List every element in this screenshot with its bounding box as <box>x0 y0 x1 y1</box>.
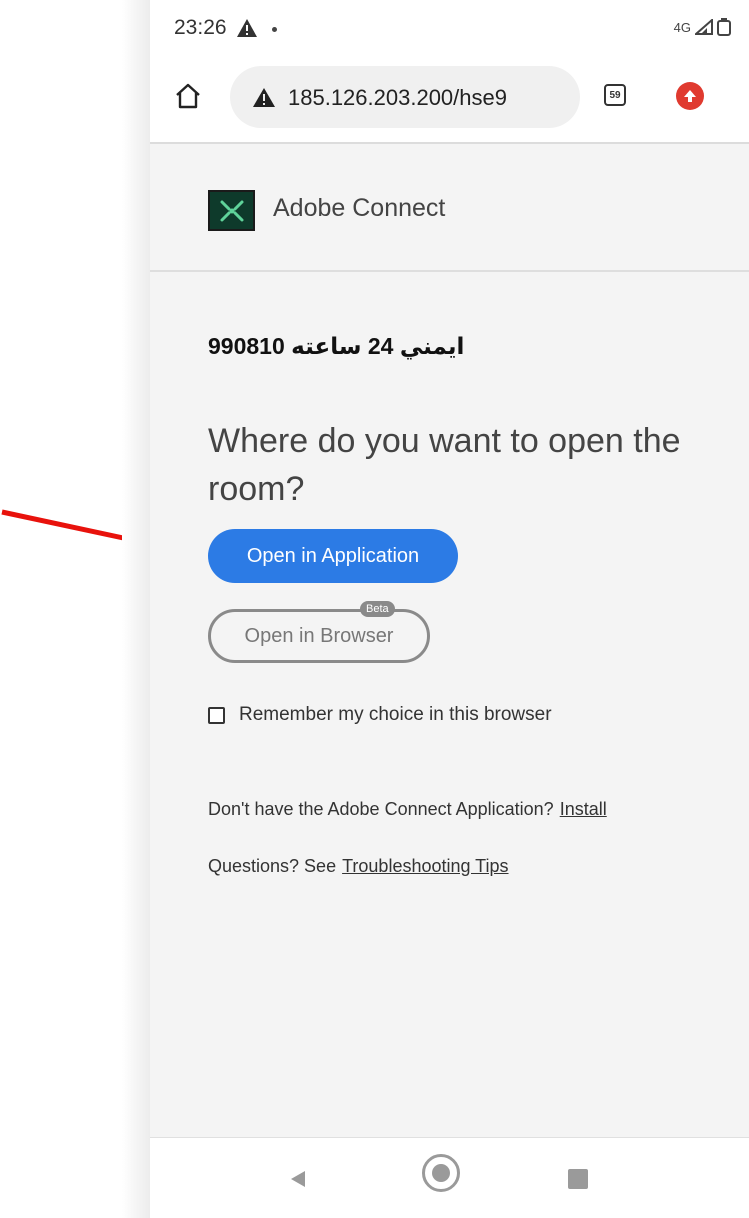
tips-prompt-line: Questions? See Troubleshooting Tips <box>208 856 509 877</box>
tab-count: 59 <box>609 89 621 101</box>
notification-dot <box>272 27 277 32</box>
logo-mark-icon <box>220 200 243 221</box>
adobe-connect-logo-icon <box>208 190 255 231</box>
arrow-up-icon <box>684 90 696 102</box>
back-icon[interactable] <box>290 1170 306 1188</box>
remember-choice[interactable]: Remember my choice in this browser <box>208 704 552 726</box>
nav-home-icon[interactable] <box>422 1154 460 1192</box>
screenshot-root: 23:26 4G 185.126.203.200/hse9 59 Adobe C… <box>0 0 749 1218</box>
extension-icon[interactable] <box>676 82 704 110</box>
battery-icon <box>717 18 731 36</box>
status-bar: 23:26 4G <box>150 0 749 58</box>
address-bar[interactable]: 185.126.203.200/hse9 <box>230 66 580 128</box>
phone-edge <box>122 0 150 1218</box>
open-room-question: Where do you want to open the room? <box>208 422 681 508</box>
signal-icon <box>695 19 713 35</box>
open-in-application-button[interactable]: Open in Application <box>208 529 458 583</box>
room-name: ايمني 24 ساعته 990810 <box>208 333 465 359</box>
warning-icon <box>237 19 257 37</box>
install-prompt: Don't have the Adobe Connect Application… <box>208 799 554 819</box>
tabs-icon[interactable]: 59 <box>604 84 626 106</box>
url-text[interactable]: 185.126.203.200/hse9 <box>288 85 507 111</box>
navigation-bar <box>150 1137 749 1218</box>
network-type: 4G <box>673 19 691 35</box>
brand-name: Adobe Connect <box>273 194 446 222</box>
troubleshooting-link[interactable]: Troubleshooting Tips <box>342 856 508 876</box>
nav-home-dot <box>432 1164 450 1182</box>
tips-prompt: Questions? See <box>208 856 337 876</box>
home-icon <box>176 83 200 109</box>
insecure-warning-icon[interactable] <box>252 87 276 108</box>
install-prompt-line: Don't have the Adobe Connect Application… <box>208 799 607 820</box>
phone-screen: 23:26 4G 185.126.203.200/hse9 59 Adobe C… <box>150 0 749 1218</box>
status-time: 23:26 <box>174 16 227 39</box>
beta-badge: Beta <box>360 601 395 617</box>
page-header: Adobe Connect <box>150 144 749 272</box>
remember-label[interactable]: Remember my choice in this browser <box>239 704 552 726</box>
home-button[interactable] <box>170 78 206 114</box>
remember-checkbox[interactable] <box>208 706 225 724</box>
recents-icon[interactable] <box>568 1169 588 1189</box>
install-link[interactable]: Install <box>560 799 607 819</box>
browser-toolbar: 185.126.203.200/hse9 59 <box>150 58 749 144</box>
status-indicators: 4G <box>674 18 731 36</box>
open-in-browser-button[interactable]: Open in Browser <box>208 609 430 663</box>
